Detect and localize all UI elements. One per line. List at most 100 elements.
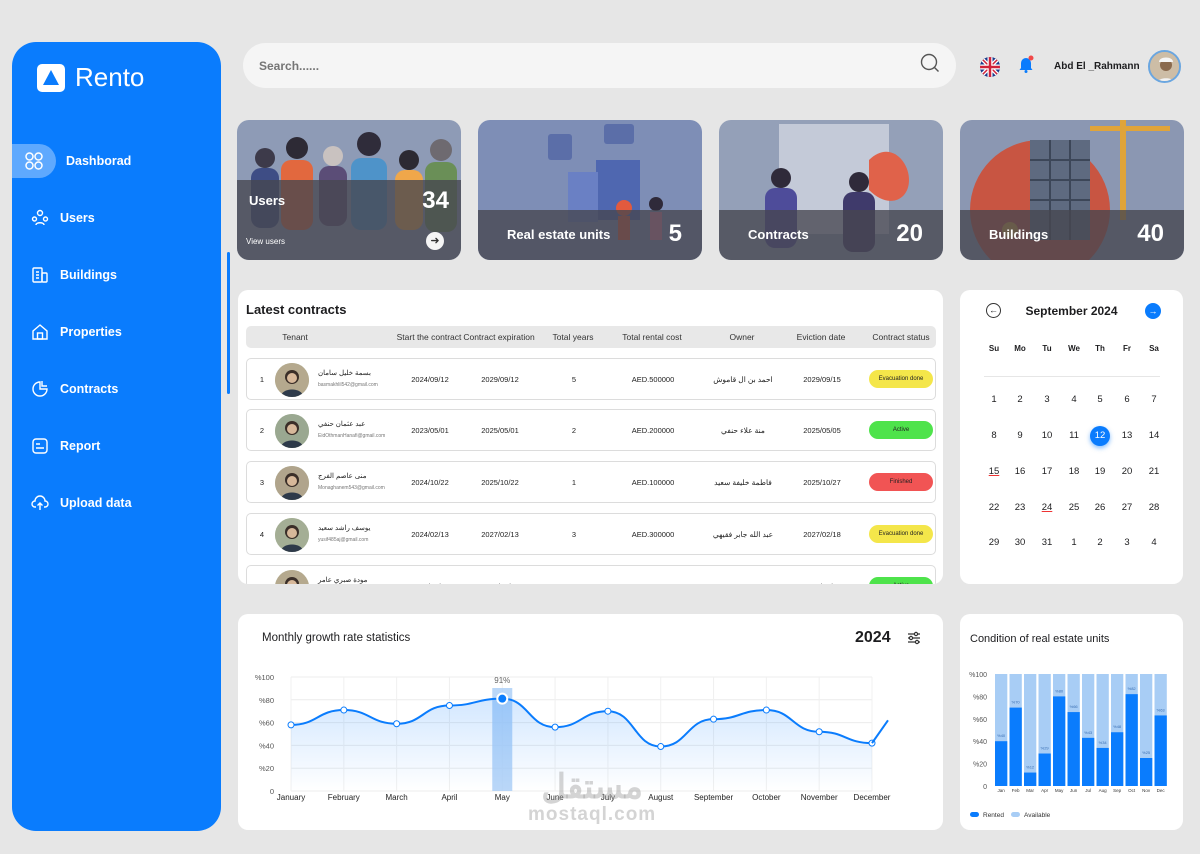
bar-rented xyxy=(1111,732,1124,786)
cell-owner: فاطمة خليفة سعيد xyxy=(714,478,772,487)
cell-evict: 2029/09/15 xyxy=(803,375,841,384)
highlight-label: 91% xyxy=(494,676,510,685)
table-row[interactable]: 4 يوسف راشد سعيد yusif485aj@gmail.com 2024/… xyxy=(246,513,936,555)
series-line-end xyxy=(871,719,889,744)
sidebar-item-label: Properties xyxy=(60,324,122,339)
cell-cost: AED.500000 xyxy=(632,566,675,584)
calendar-day[interactable]: 26 xyxy=(1087,502,1113,513)
calendar-day[interactable]: 17 xyxy=(1034,466,1060,477)
sidebar-item-upload-data[interactable]: Upload data xyxy=(12,474,221,531)
x-tick-label: May xyxy=(495,793,510,802)
calendar-day[interactable]: 2 xyxy=(1007,394,1033,405)
calendar-day[interactable]: 4 xyxy=(1141,537,1167,548)
search-icon[interactable] xyxy=(920,53,940,78)
tenant-email: Monaghanem543@gmail.com xyxy=(318,485,385,491)
calendar-day[interactable]: 31 xyxy=(1034,537,1060,548)
next-month-button[interactable]: → xyxy=(1145,303,1161,319)
y-tick-label: %60 xyxy=(259,719,274,728)
search-input[interactable] xyxy=(259,58,920,73)
calendar-day[interactable]: 20 xyxy=(1114,466,1140,477)
calendar-day[interactable]: 7 xyxy=(1141,394,1167,405)
arrow-right-icon[interactable]: ➜ xyxy=(426,232,444,250)
table-row[interactable]: 1 بسمة خليل سامان basmakhlil542@gmail.com 2… xyxy=(246,358,936,400)
bar-value-label: %43 xyxy=(1084,730,1093,735)
latest-contracts-panel: Latest contracts Tenant Start the contra… xyxy=(238,290,943,584)
calendar-day[interactable]: 21 xyxy=(1141,466,1167,477)
calendar-day[interactable]: 5 xyxy=(1087,394,1113,405)
cell-years: 2 xyxy=(571,426,577,435)
view-users-link[interactable]: View users xyxy=(246,237,285,246)
calendar-day[interactable]: 13 xyxy=(1114,430,1140,441)
sidebar-item-contracts[interactable]: Contracts xyxy=(12,360,221,417)
calendar-day[interactable]: 1 xyxy=(981,394,1007,405)
cloud-upload-icon xyxy=(31,494,49,512)
table-row[interactable]: 2 عبد عثمان حنفي EidOthmanHanafi@gmail.com… xyxy=(246,409,936,451)
cell-owner: عبد الله جابر فقيهي xyxy=(712,530,774,539)
status-badge: Active xyxy=(869,421,933,439)
calendar-day[interactable]: 30 xyxy=(1007,537,1033,548)
table-row[interactable]: 5 مودة صبري عامر 2024/08/12 2029/08/12 5 AED.… xyxy=(246,565,936,584)
sidebar-item-dashboard[interactable]: Dashborad xyxy=(12,132,221,189)
cell-start: 2024/08/12 xyxy=(411,566,449,584)
calendar-day[interactable]: 8 xyxy=(981,430,1007,441)
x-tick-label: Aug xyxy=(1099,788,1108,793)
bar-rented xyxy=(1082,737,1095,786)
table-row[interactable]: 3 منى عاصم الفرج Monaghanem543@gmail.com 20… xyxy=(246,461,936,503)
stat-overlay: Real estate units 5 xyxy=(478,210,702,260)
sidebar-item-properties[interactable]: Properties xyxy=(12,303,221,360)
bar-rented xyxy=(995,741,1008,786)
calendar-day[interactable]: 15 xyxy=(981,466,1007,477)
calendar-day[interactable]: 18 xyxy=(1061,466,1087,477)
calendar-day[interactable]: 22 xyxy=(981,502,1007,513)
stat-card-users[interactable]: Users 34 View users ➜ xyxy=(237,120,461,260)
user-avatar[interactable] xyxy=(1147,50,1181,83)
calendar-day[interactable]: 25 xyxy=(1061,502,1087,513)
calendar-day[interactable]: 16 xyxy=(1007,466,1033,477)
calendar-day[interactable]: 12 xyxy=(1090,426,1110,446)
tenant-email: EidOthmanHanafi@gmail.com xyxy=(318,433,386,439)
x-tick-label: December xyxy=(854,793,891,802)
sidebar-item-report[interactable]: Report xyxy=(12,417,221,474)
search-bar[interactable] xyxy=(243,43,956,88)
bar-value-label: %70 xyxy=(1012,700,1021,705)
building-icon xyxy=(31,266,49,284)
calendar-day[interactable]: 19 xyxy=(1087,466,1113,477)
calendar-day[interactable]: 3 xyxy=(1034,394,1060,405)
calendar-day[interactable]: 24 xyxy=(1034,502,1060,513)
calendar-day[interactable]: 23 xyxy=(1007,502,1033,513)
calendar-day[interactable]: 9 xyxy=(1007,430,1033,441)
calendar-day[interactable]: 10 xyxy=(1034,430,1060,441)
watermark: مستقل mostaql.com xyxy=(528,770,656,826)
calendar-day[interactable]: 6 xyxy=(1114,394,1140,405)
sidebar-item-users[interactable]: Users xyxy=(12,189,221,246)
data-point xyxy=(445,702,453,709)
bar-value-label: %12 xyxy=(1026,765,1035,770)
tenant-avatar xyxy=(275,414,309,448)
stat-card-contracts[interactable]: Contracts 20 xyxy=(719,120,943,260)
calendar-day[interactable]: 11 xyxy=(1061,430,1087,441)
stat-card-buildings[interactable]: Buildings 40 xyxy=(960,120,1184,260)
calendar-day[interactable]: 1 xyxy=(1061,537,1087,548)
status-badge: Active xyxy=(869,577,933,584)
cell-owner: منة علاء حنفي xyxy=(721,426,765,435)
home-icon xyxy=(31,323,49,341)
calendar-day[interactable]: 3 xyxy=(1114,537,1140,548)
logo[interactable]: Rento xyxy=(37,62,144,93)
calendar-day[interactable]: 29 xyxy=(981,537,1007,548)
sidebar-scrollbar[interactable] xyxy=(227,252,230,394)
cell-end: 2029/09/12 xyxy=(481,375,519,384)
calendar-day[interactable]: 27 xyxy=(1114,502,1140,513)
user-name[interactable]: Abd El _Rahmann xyxy=(1054,61,1140,72)
uk-flag-icon[interactable] xyxy=(980,56,1000,77)
grid-icon xyxy=(12,143,56,178)
bell-icon[interactable] xyxy=(1018,55,1034,78)
calendar-day[interactable]: 28 xyxy=(1141,502,1167,513)
y-tick-label: %80 xyxy=(259,696,274,705)
stat-card-real-estate-units[interactable]: Real estate units 5 xyxy=(478,120,702,260)
stat-overlay: Users 34 View users ➜ xyxy=(237,180,461,260)
sidebar-item-buildings[interactable]: Buildings xyxy=(12,246,221,303)
calendar-day[interactable]: 14 xyxy=(1141,430,1167,441)
x-tick-label: October xyxy=(752,793,781,802)
calendar-day[interactable]: 2 xyxy=(1087,537,1113,548)
calendar-day[interactable]: 4 xyxy=(1061,394,1087,405)
